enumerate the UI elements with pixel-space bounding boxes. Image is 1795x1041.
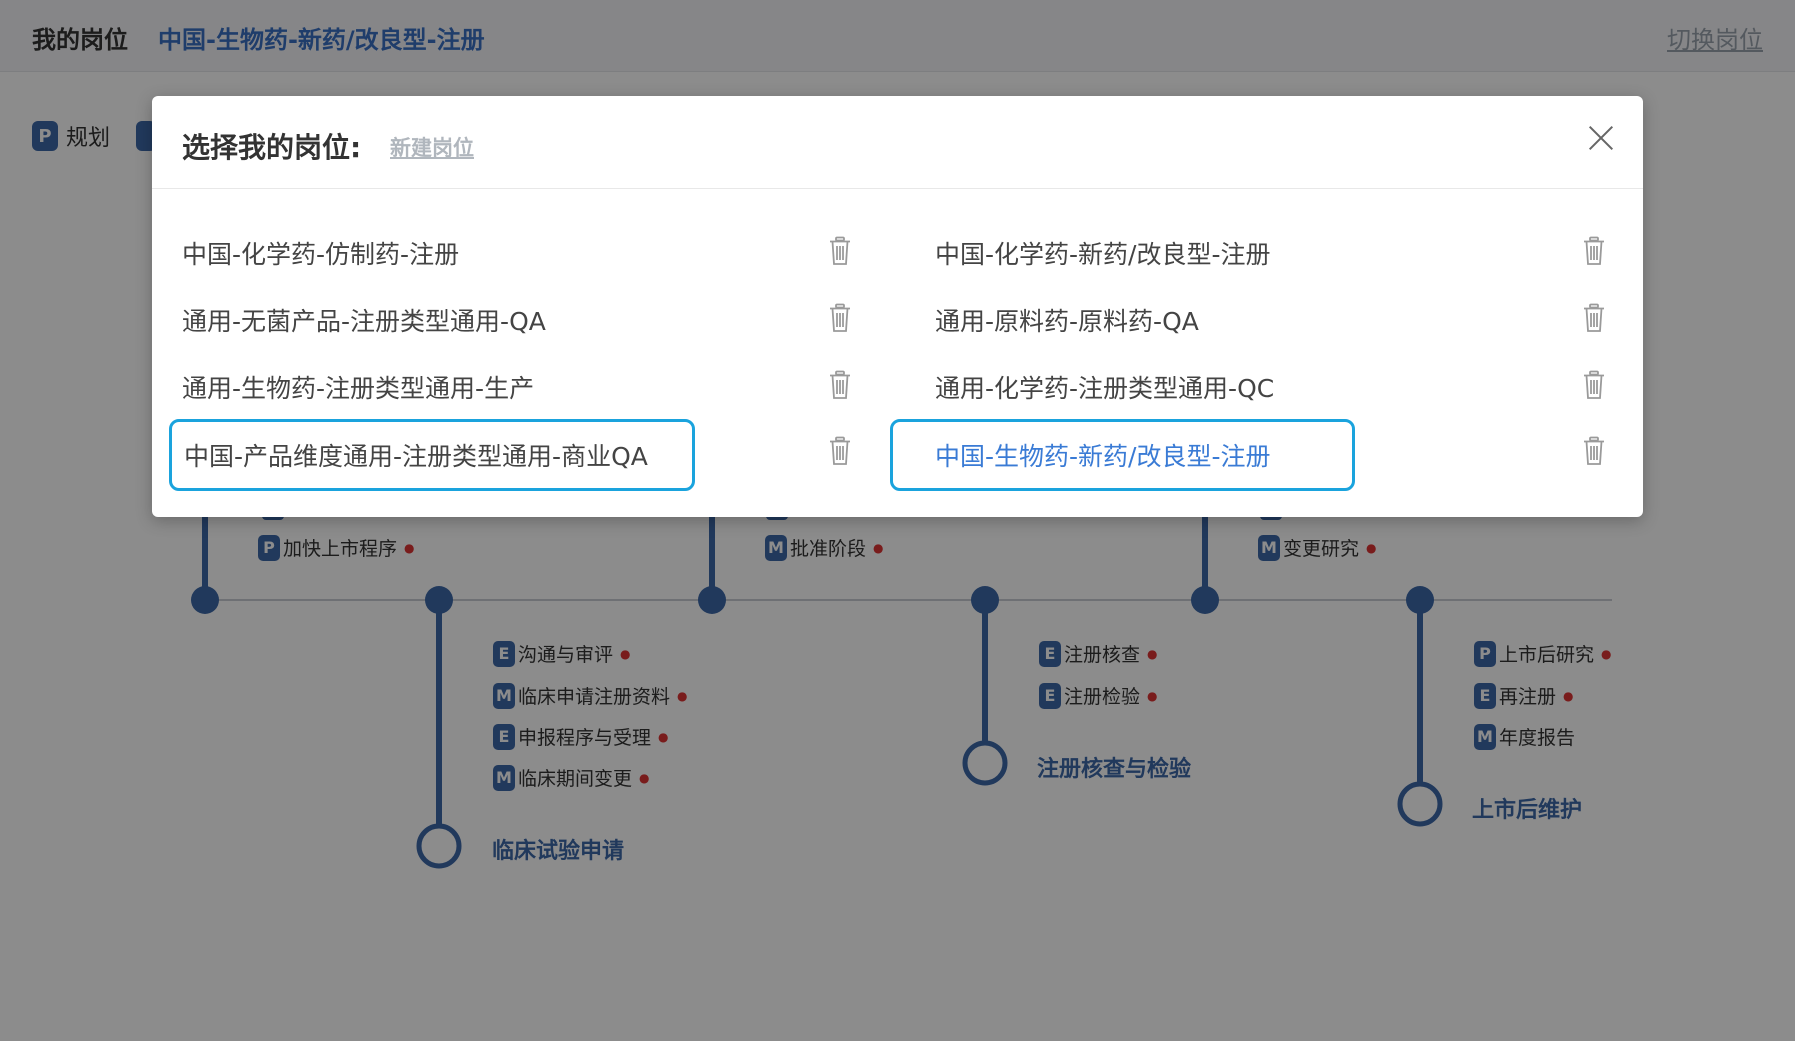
select-role-modal: 选择我的岗位: 新建岗位 中国-化学药-仿制药-注册 通用-无菌产品-注册类型通… (152, 96, 1643, 517)
new-role-link[interactable]: 新建岗位 (390, 132, 474, 162)
trash-icon[interactable] (829, 370, 851, 400)
trash-icon[interactable] (829, 436, 851, 466)
role-option[interactable]: 通用-化学药-注册类型通用-QC (935, 354, 1274, 420)
role-option[interactable]: 中国-产品维度通用-注册类型通用-商业QA (169, 419, 695, 491)
trash-icon[interactable] (1583, 303, 1605, 333)
trash-icon[interactable] (829, 236, 851, 266)
trash-icon[interactable] (829, 303, 851, 333)
role-option[interactable]: 中国-化学药-仿制药-注册 (182, 220, 459, 286)
trash-icon[interactable] (1583, 370, 1605, 400)
modal-title: 选择我的岗位: (182, 131, 362, 164)
role-option[interactable]: 通用-原料药-原料药-QA (935, 287, 1199, 353)
role-option-active[interactable]: 中国-生物药-新药/改良型-注册 (890, 419, 1355, 491)
role-option[interactable]: 中国-化学药-新药/改良型-注册 (935, 220, 1271, 286)
modal-header: 选择我的岗位: 新建岗位 (152, 96, 1643, 189)
role-option[interactable]: 通用-生物药-注册类型通用-生产 (182, 354, 534, 420)
role-option[interactable]: 通用-无菌产品-注册类型通用-QA (182, 287, 546, 353)
trash-icon[interactable] (1583, 236, 1605, 266)
trash-icon[interactable] (1583, 436, 1605, 466)
close-icon[interactable] (1587, 124, 1615, 152)
